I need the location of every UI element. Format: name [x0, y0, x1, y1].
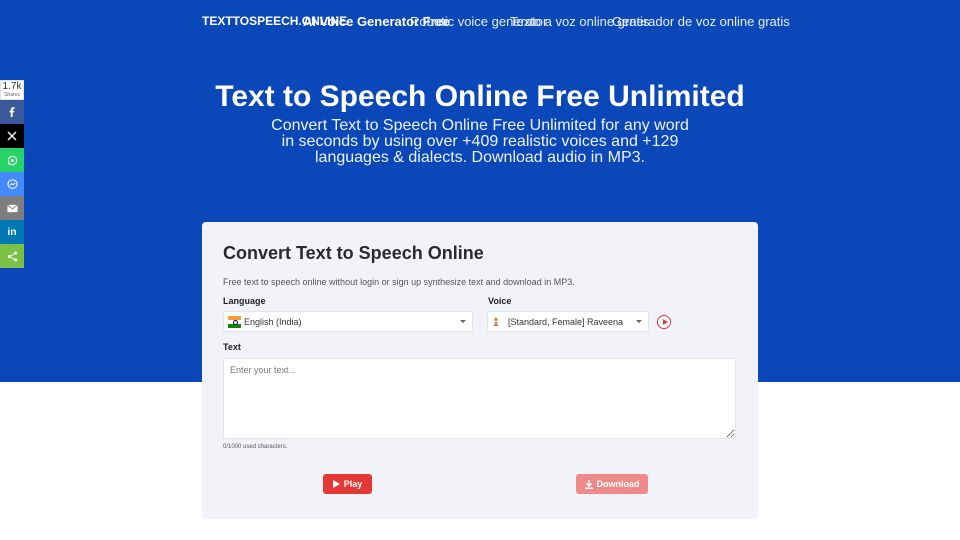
download-button-label: Download [596, 479, 640, 489]
facebook-share-button[interactable] [0, 100, 24, 124]
whatsapp-share-button[interactable] [0, 148, 24, 172]
linkedin-share-button[interactable]: in [0, 220, 24, 244]
more-share-button[interactable] [0, 244, 24, 268]
converter-card: Convert Text to Speech Online Free text … [202, 222, 758, 519]
female-avatar-icon [492, 317, 500, 327]
india-flag-icon [228, 315, 241, 328]
messenger-share-button[interactable] [0, 172, 24, 196]
share-sidebar: 1.7k Shares in [0, 80, 24, 268]
play-button[interactable]: Play [323, 474, 372, 494]
chevron-down-icon [460, 320, 466, 323]
preview-voice-play-icon[interactable] [657, 315, 671, 329]
chevron-down-icon [636, 320, 642, 323]
language-label: Language [223, 296, 266, 306]
voice-label: Voice [488, 296, 512, 306]
x-share-button[interactable] [0, 124, 24, 148]
share-count: 1.7k Shares [0, 80, 24, 100]
linkedin-icon: in [7, 226, 17, 238]
voice-select-value: [Standard, Female] Raveena [508, 316, 624, 327]
share-count-value: 1.7k [2, 81, 22, 92]
download-button[interactable]: Download [576, 474, 648, 494]
whatsapp-icon [7, 155, 17, 165]
download-icon [584, 479, 593, 489]
share-count-label: Shares [4, 92, 20, 98]
email-icon [6, 203, 18, 212]
card-title: Convert Text to Speech Online [223, 243, 484, 263]
hero-subtitle: Convert Text to Speech Online Free Unlim… [271, 117, 689, 166]
play-icon [332, 480, 340, 488]
top-nav: TEXTTOSPEECH.ONLINE Ai Voice Generator F… [202, 14, 960, 29]
character-counter: 0/1000 used characters. [223, 444, 288, 450]
x-icon [7, 131, 17, 141]
share-icon [7, 250, 17, 262]
messenger-icon [6, 178, 18, 189]
card-description: Free text to speech online without login… [223, 277, 575, 287]
text-label: Text [223, 342, 241, 352]
language-select[interactable]: English (India) [223, 311, 473, 332]
nav-link-generador-de-voz[interactable]: Generador de voz online gratis [612, 14, 790, 29]
facebook-icon [9, 107, 15, 117]
voice-select[interactable]: [Standard, Female] Raveena [487, 311, 649, 332]
text-input[interactable] [223, 358, 736, 439]
play-button-label: Play [343, 479, 363, 489]
hero-title: Text to Speech Online Free Unlimited [215, 80, 745, 113]
email-share-button[interactable] [0, 196, 24, 220]
language-select-value: English (India) [244, 316, 302, 327]
